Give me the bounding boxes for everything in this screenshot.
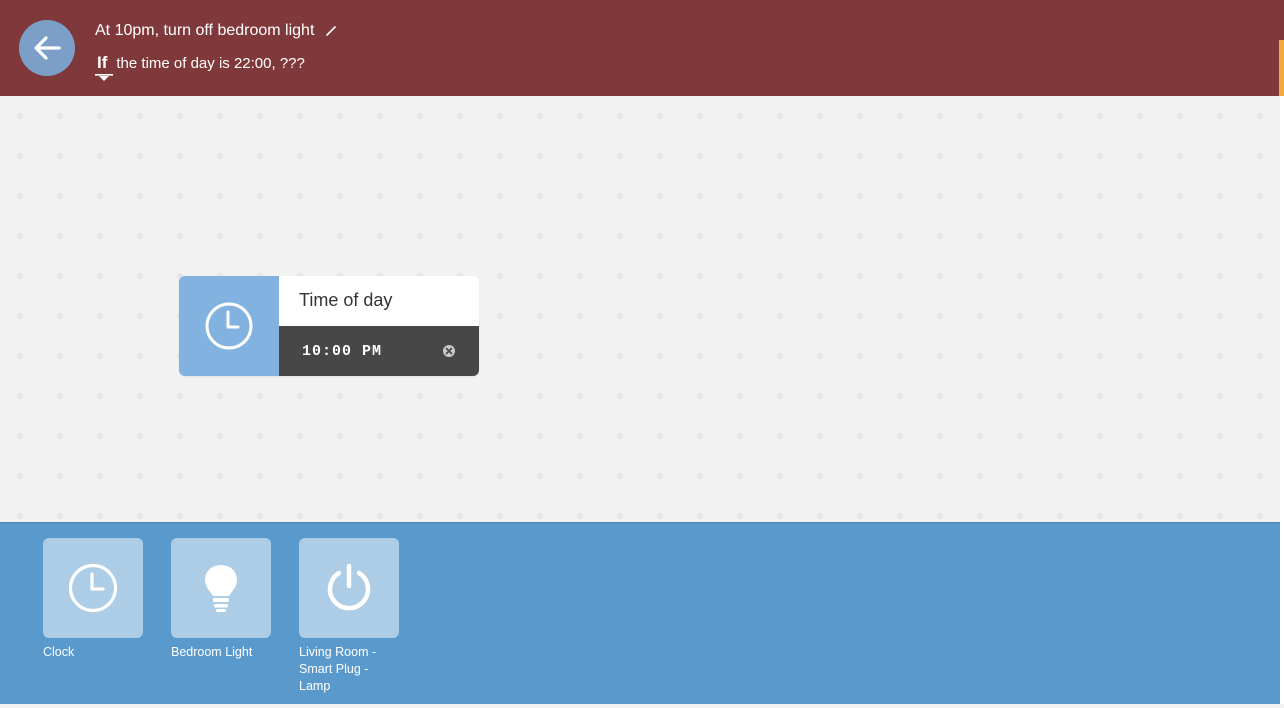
pencil-icon[interactable] [324,24,338,38]
condition-keyword-select[interactable]: If [95,53,113,81]
node-title: Time of day [279,276,479,326]
condition-text: the time of day is 22:00, ??? [116,55,305,72]
device-tile[interactable] [299,538,399,638]
device-tile[interactable] [43,538,143,638]
device-label: Bedroom Light [171,645,253,659]
clock-icon [68,563,118,613]
clear-time-button[interactable] [443,345,455,357]
device-label: Living Room - Smart Plug - Lamp [299,645,377,693]
caret-down-icon [95,74,113,81]
rule-title[interactable]: At 10pm, turn off bedroom light [95,22,314,40]
device-item-bedroom-light[interactable]: Bedroom Light [171,538,271,661]
node-body: Time of day 10:00 PM [279,276,479,376]
close-icon [445,347,453,355]
time-value[interactable]: 10:00 PM [302,343,382,360]
rule-title-row: At 10pm, turn off bedroom light [95,22,338,40]
power-icon [327,563,371,611]
arrow-left-icon [34,36,61,60]
back-button[interactable] [19,20,75,76]
time-of-day-node[interactable]: Time of day 10:00 PM [179,276,479,376]
device-item-clock[interactable]: Clock [43,538,143,661]
lightbulb-icon [205,565,237,612]
device-item-living-room-plug[interactable]: Living Room - Smart Plug - Lamp [299,538,399,695]
time-input[interactable]: 10:00 PM [279,326,479,376]
node-icon-panel [179,276,279,376]
device-palette: Clock Bedroom Light Living Room - Smart … [0,522,1280,704]
rule-description: If the time of day is 22:00, ??? [95,53,305,81]
condition-keyword: If [97,53,108,72]
footer-strip [0,704,1284,708]
clock-icon [205,302,253,350]
rule-header: At 10pm, turn off bedroom light If the t… [0,0,1284,96]
device-label: Clock [43,645,75,659]
page-edge [1280,96,1284,704]
device-tile[interactable] [171,538,271,638]
